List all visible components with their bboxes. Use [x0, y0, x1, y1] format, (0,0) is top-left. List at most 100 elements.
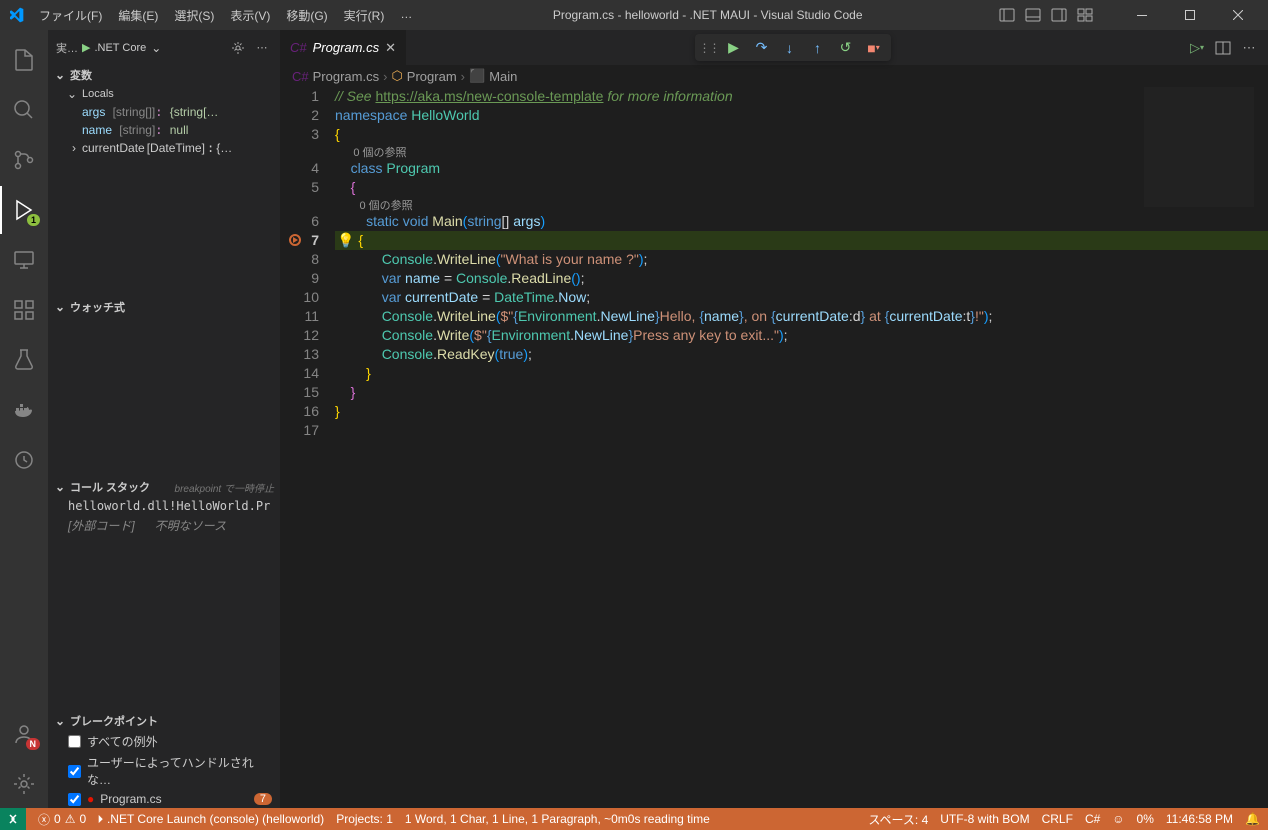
activity-testing[interactable]	[0, 336, 48, 384]
bp-user-unhandled[interactable]: ユーザーによってハンドルされな…	[48, 752, 280, 790]
debug-badge: 1	[27, 214, 40, 226]
tab-bar: C# Program.cs ✕ ⋮⋮ ▶ ↷ ↓ ↑ ↺ ■▾ ▷▾ ⋯	[280, 30, 1268, 65]
menu-edit[interactable]: 編集(E)	[111, 3, 165, 28]
callstack-header[interactable]: ⌄コール スタックbreakpoint で一時停止	[48, 477, 280, 497]
bp-file-checkbox[interactable]	[68, 793, 81, 806]
csharp-icon: C#	[292, 69, 309, 84]
status-readtime: 1 Word, 1 Char, 1 Line, 1 Paragraph, ~0m…	[405, 812, 710, 826]
activity-item[interactable]	[0, 436, 48, 484]
layout-left-icon[interactable]	[996, 4, 1018, 26]
activity-explorer[interactable]	[0, 36, 48, 84]
menu-selection[interactable]: 選択(S)	[167, 3, 221, 28]
csharp-icon: C#	[290, 40, 307, 55]
step-out-icon[interactable]: ↑	[805, 35, 831, 61]
status-bell-icon[interactable]: 🔔	[1245, 812, 1260, 826]
activity-docker[interactable]	[0, 386, 48, 434]
vscode-logo-icon	[8, 7, 24, 23]
status-encoding[interactable]: UTF-8 with BOM	[940, 812, 1029, 826]
layout-bottom-icon[interactable]	[1022, 4, 1044, 26]
variables-header[interactable]: ⌄変数	[48, 65, 280, 85]
start-debug-icon[interactable]: ▶	[82, 41, 90, 54]
maximize-button[interactable]	[1168, 1, 1212, 29]
method-icon: ⬛	[469, 68, 485, 84]
run-label: 実…	[56, 40, 78, 56]
menu-run[interactable]: 実行(R)	[337, 3, 392, 28]
remote-indicator[interactable]	[0, 808, 26, 830]
debug-sidebar: 実… ▶ .NET Core ⌄ ⋯ ⌄変数 ⌄Locals args [str…	[48, 30, 280, 808]
close-tab-icon[interactable]: ✕	[385, 40, 396, 56]
debug-controls[interactable]: ⋮⋮ ▶ ↷ ↓ ↑ ↺ ■▾	[695, 34, 891, 61]
stop-icon[interactable]: ■▾	[861, 35, 887, 61]
activity-search[interactable]	[0, 86, 48, 134]
layout-grid-icon[interactable]	[1074, 4, 1096, 26]
status-problems[interactable]: ⓧ0⚠0	[38, 811, 86, 828]
menu-more[interactable]: …	[393, 3, 419, 28]
activity-bar: 1 N	[0, 30, 48, 808]
close-button[interactable]	[1216, 1, 1260, 29]
editor-area: C# Program.cs ✕ ⋮⋮ ▶ ↷ ↓ ↑ ↺ ■▾ ▷▾ ⋯	[280, 30, 1268, 808]
minimize-button[interactable]	[1120, 1, 1164, 29]
debug-config[interactable]: .NET Core	[94, 42, 146, 54]
bp-all-exceptions[interactable]: すべての例外	[48, 731, 280, 752]
menu-file[interactable]: ファイル(F)	[32, 3, 109, 28]
var-args[interactable]: args [string[]]: {string[…	[48, 103, 280, 121]
debug-toolbar: 実… ▶ .NET Core ⌄ ⋯	[48, 30, 280, 65]
more-actions-icon[interactable]: ⋯	[1238, 37, 1260, 59]
code-content[interactable]: // See https://aka.ms/new-console-templa…	[335, 87, 1268, 808]
menu-bar: ファイル(F) 編集(E) 選択(S) 表示(V) 移動(G) 実行(R) …	[32, 3, 419, 28]
activity-account[interactable]: N	[0, 710, 48, 758]
chevron-right-icon: ›	[383, 69, 387, 84]
stack-frame-0[interactable]: helloworld.dll!HelloWorld.Pr	[48, 497, 280, 515]
status-projects[interactable]: Projects: 1	[336, 812, 393, 826]
bp-program-cs[interactable]: ●Program.cs7	[48, 790, 280, 808]
run-icon[interactable]: ▷▾	[1186, 37, 1208, 59]
lightbulb-icon[interactable]: 💡	[337, 231, 354, 250]
activity-debug[interactable]: 1	[0, 186, 48, 234]
activity-scm[interactable]	[0, 136, 48, 184]
status-time: 11:46:58 PM	[1166, 812, 1233, 826]
stack-frame-1[interactable]: [外部コード]不明なソース	[48, 515, 280, 536]
watch-header[interactable]: ⌄ウォッチ式	[48, 297, 280, 317]
status-spaces[interactable]: スペース: 4	[868, 811, 928, 828]
status-lang[interactable]: C#	[1085, 812, 1100, 826]
var-name[interactable]: name [string]: null	[48, 121, 280, 139]
bp-all-checkbox[interactable]	[68, 735, 81, 748]
status-launch[interactable]: 🞂.NET Core Launch (console) (helloworld)	[98, 812, 324, 827]
breakpoints-header[interactable]: ⌄ブレークポイント	[48, 711, 280, 731]
menu-view[interactable]: 表示(V)	[223, 3, 277, 28]
account-badge: N	[26, 738, 41, 750]
grip-icon[interactable]: ⋮⋮	[699, 41, 719, 55]
window-title: Program.cs - helloworld - .NET MAUI - Vi…	[419, 8, 996, 22]
menu-go[interactable]: 移動(G)	[279, 3, 334, 28]
gear-icon[interactable]	[228, 38, 248, 58]
var-currentdate[interactable]: ›currentDate [DateTime]: {…	[48, 139, 280, 157]
minimap[interactable]	[1144, 87, 1254, 207]
status-bar: ⓧ0⚠0 🞂.NET Core Launch (console) (hellow…	[0, 808, 1268, 830]
tab-program-cs[interactable]: C# Program.cs ✕	[280, 30, 407, 65]
chevron-down-icon[interactable]: ⌄	[150, 41, 162, 55]
bp-user-checkbox[interactable]	[68, 765, 81, 778]
activity-extensions[interactable]	[0, 286, 48, 334]
split-editor-icon[interactable]	[1212, 37, 1234, 59]
activity-settings[interactable]	[0, 760, 48, 808]
continue-icon[interactable]: ▶	[721, 35, 747, 61]
status-eol[interactable]: CRLF	[1042, 812, 1073, 826]
tab-label: Program.cs	[313, 40, 379, 55]
step-into-icon[interactable]: ↓	[777, 35, 803, 61]
breadcrumb[interactable]: C#Program.cs › ⬡Program › ⬛Main	[280, 65, 1268, 87]
more-icon[interactable]: ⋯	[252, 38, 272, 58]
activity-remote[interactable]	[0, 236, 48, 284]
breakpoint-icon[interactable]	[288, 233, 302, 247]
debug-alt-icon: 🞂	[98, 812, 103, 827]
titlebar: ファイル(F) 編集(E) 選択(S) 表示(V) 移動(G) 実行(R) … …	[0, 0, 1268, 30]
restart-icon[interactable]: ↺	[833, 35, 859, 61]
class-icon: ⬡	[391, 68, 402, 84]
status-feedback-icon[interactable]: ☺	[1112, 812, 1124, 826]
step-over-icon[interactable]: ↷	[749, 35, 775, 61]
code-editor[interactable]: 123 45 6 7 891011121314151617 // See htt…	[280, 87, 1268, 808]
locals-header[interactable]: ⌄Locals	[48, 85, 280, 103]
status-pct[interactable]: 0%	[1137, 812, 1154, 826]
gutter[interactable]: 123 45 6 7 891011121314151617	[280, 87, 335, 808]
chevron-right-icon: ›	[461, 69, 465, 84]
layout-right-icon[interactable]	[1048, 4, 1070, 26]
